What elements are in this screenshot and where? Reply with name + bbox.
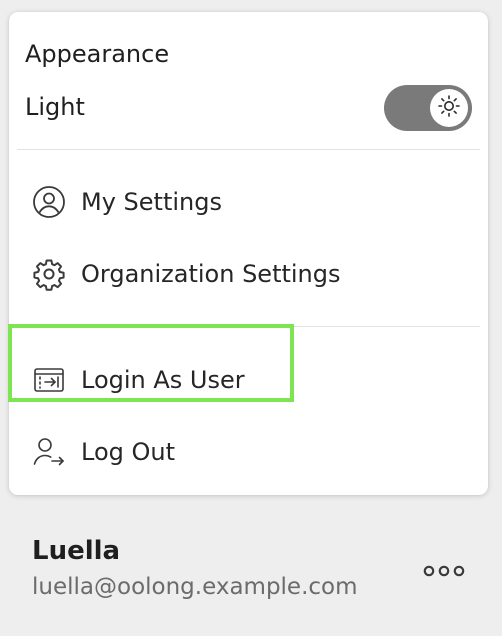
more-options-button[interactable] bbox=[418, 558, 470, 586]
toggle-knob bbox=[430, 89, 468, 127]
menu-item-label: My Settings bbox=[81, 188, 222, 216]
user-name: Luella bbox=[32, 536, 121, 566]
log-out-icon bbox=[31, 434, 67, 470]
sun-icon bbox=[437, 94, 461, 122]
menu-item-label: Log Out bbox=[81, 438, 176, 466]
menu-item-login-as-user[interactable]: Login As User bbox=[17, 349, 480, 411]
divider bbox=[17, 149, 480, 150]
menu-item-log-out[interactable]: Log Out bbox=[17, 421, 480, 483]
login-as-user-icon bbox=[31, 362, 67, 398]
theme-toggle[interactable] bbox=[384, 85, 472, 131]
more-horizontal-icon bbox=[422, 563, 466, 582]
user-email: luella@oolong.example.com bbox=[32, 574, 358, 600]
user-circle-icon bbox=[31, 184, 67, 220]
menu-item-organization-settings[interactable]: Organization Settings bbox=[17, 243, 480, 305]
theme-label: Light bbox=[25, 93, 85, 121]
gear-icon bbox=[31, 256, 67, 292]
divider bbox=[17, 326, 480, 327]
menu-item-label: Organization Settings bbox=[81, 260, 341, 288]
user-menu-dropdown: Appearance Light My Settings Organizatio… bbox=[9, 12, 488, 495]
appearance-heading: Appearance bbox=[25, 40, 170, 68]
menu-item-my-settings[interactable]: My Settings bbox=[17, 171, 480, 233]
menu-item-label: Login As User bbox=[81, 366, 245, 394]
